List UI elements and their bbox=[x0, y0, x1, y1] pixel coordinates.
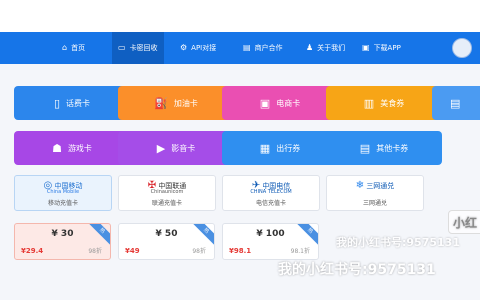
operator-sub: CHINA TELECOM bbox=[250, 189, 292, 195]
category-phone-card[interactable]: ▯ 话费卡 bbox=[14, 86, 130, 120]
price-card-30[interactable]: 热 ¥ 30 ¥29.4 98折 bbox=[14, 223, 111, 260]
nav-item-label: 首页 bbox=[71, 44, 86, 52]
watermark-side-badge: 小红 bbox=[448, 210, 480, 234]
phone-icon: ▯ bbox=[53, 96, 61, 110]
avatar[interactable] bbox=[452, 38, 472, 58]
watermark-large: 我的小红书号:9575131 bbox=[278, 262, 436, 278]
people-icon: ♟ bbox=[306, 43, 314, 52]
category-label: 话费卡 bbox=[66, 98, 91, 108]
category-fuel-card[interactable]: ⛽ 加油卡 bbox=[118, 86, 234, 120]
nav-item-merchant[interactable]: ▤ 商户合作 bbox=[243, 32, 283, 64]
nav-item-home[interactable]: ⌂ 首页 bbox=[62, 32, 85, 64]
category-label: 其他卡券 bbox=[376, 143, 409, 153]
price-card-100[interactable]: 热 ¥ 100 ¥98.1 98.1折 bbox=[222, 223, 319, 260]
category-label: 加油卡 bbox=[173, 98, 198, 108]
sale-price: ¥29.4 bbox=[21, 247, 44, 255]
category-label: 美食券 bbox=[380, 98, 405, 108]
operator-name: 三网通兑 bbox=[366, 182, 395, 190]
price-card-50[interactable]: 热 ¥ 50 ¥49 98折 bbox=[118, 223, 215, 260]
api-icon: ⚙ bbox=[180, 43, 188, 52]
operator-china-unicom[interactable]: ✠ 中国联通 Chinaunicom 联通充值卡 bbox=[118, 175, 216, 211]
nav-item-api[interactable]: ⚙ API对接 bbox=[180, 32, 216, 64]
three-network-logo-icon: ❄ bbox=[355, 180, 365, 191]
operator-sub: Chinaunicom bbox=[150, 189, 184, 195]
nav-item-card-recycle[interactable]: ▭ 卡密回收 bbox=[112, 32, 164, 64]
operator-sub: China Mobile bbox=[46, 189, 80, 195]
nav-item-label: 商户合作 bbox=[254, 44, 283, 52]
operator-china-mobile[interactable]: ◎ 中国移动 China Mobile 移动充值卡 bbox=[14, 175, 112, 211]
category-label: 出行券 bbox=[276, 143, 301, 153]
card-icon: ▭ bbox=[118, 43, 126, 52]
operator-label: 移动充值卡 bbox=[47, 200, 78, 207]
category-other-voucher[interactable]: ▤ 其他卡券 bbox=[326, 131, 442, 165]
nav-item-label: 卡密回收 bbox=[129, 44, 158, 52]
category-label: 影音卡 bbox=[171, 143, 196, 153]
category-food-voucher[interactable]: ▥ 美食券 bbox=[326, 86, 442, 120]
fuel-icon: ⛽ bbox=[154, 96, 168, 110]
category-label: 游戏卡 bbox=[67, 143, 92, 153]
gamepad-icon: ☗ bbox=[52, 141, 62, 155]
bus-icon: ▦ bbox=[259, 141, 271, 155]
discount: 98折 bbox=[88, 248, 102, 255]
ticket-icon: ▤ bbox=[359, 141, 371, 155]
operator-china-telecom[interactable]: ✈ 中国电信 CHINA TELECOM 电信充值卡 bbox=[222, 175, 320, 211]
three-network-logo: ❄ 三网通兑 bbox=[327, 180, 423, 191]
nav-item-download-app[interactable]: ▣ 下载APP bbox=[362, 32, 401, 64]
nav-item-label: 关于我们 bbox=[317, 44, 346, 52]
category-label: 电商卡 bbox=[276, 98, 301, 108]
sale-price: ¥98.1 bbox=[229, 247, 252, 255]
category-more-partial[interactable]: ▤ bbox=[432, 86, 480, 120]
operator-label: 联通充值卡 bbox=[151, 200, 182, 207]
discount: 98折 bbox=[192, 248, 206, 255]
face-value: ¥ 50 bbox=[155, 229, 178, 239]
operator-three-network[interactable]: ❄ 三网通兑 三网通兑 bbox=[326, 175, 424, 211]
nav-item-label: 下载APP bbox=[373, 44, 401, 52]
shop-icon: ▤ bbox=[243, 43, 251, 52]
video-icon: ▶ bbox=[156, 141, 166, 155]
shopping-icon: ▣ bbox=[259, 96, 271, 110]
sale-price: ¥49 bbox=[125, 247, 140, 255]
category-video-card[interactable]: ▶ 影音卡 bbox=[118, 131, 234, 165]
category-ecommerce-card[interactable]: ▣ 电商卡 bbox=[222, 86, 338, 120]
operator-label: 电信充值卡 bbox=[255, 200, 286, 207]
discount: 98.1折 bbox=[290, 248, 310, 255]
category-game-card[interactable]: ☗ 游戏卡 bbox=[14, 131, 130, 165]
food-icon: ▥ bbox=[363, 96, 375, 110]
nav-item-label: API对接 bbox=[191, 44, 217, 52]
face-value: ¥ 30 bbox=[51, 229, 74, 239]
shop-icon: ▤ bbox=[450, 96, 461, 110]
operator-label: 三网通兑 bbox=[362, 200, 387, 207]
category-travel-voucher[interactable]: ▦ 出行券 bbox=[222, 131, 338, 165]
top-nav: ⌂ 首页 ▭ 卡密回收 ⚙ API对接 ▤ 商户合作 ♟ 关于我们 ▣ 下载AP… bbox=[0, 32, 480, 64]
nav-item-about[interactable]: ♟ 关于我们 bbox=[306, 32, 345, 64]
home-icon: ⌂ bbox=[62, 43, 68, 52]
download-icon: ▣ bbox=[362, 43, 370, 52]
face-value: ¥ 100 bbox=[256, 229, 285, 239]
watermark-small: 我的小红书号:9575131 bbox=[336, 236, 460, 249]
